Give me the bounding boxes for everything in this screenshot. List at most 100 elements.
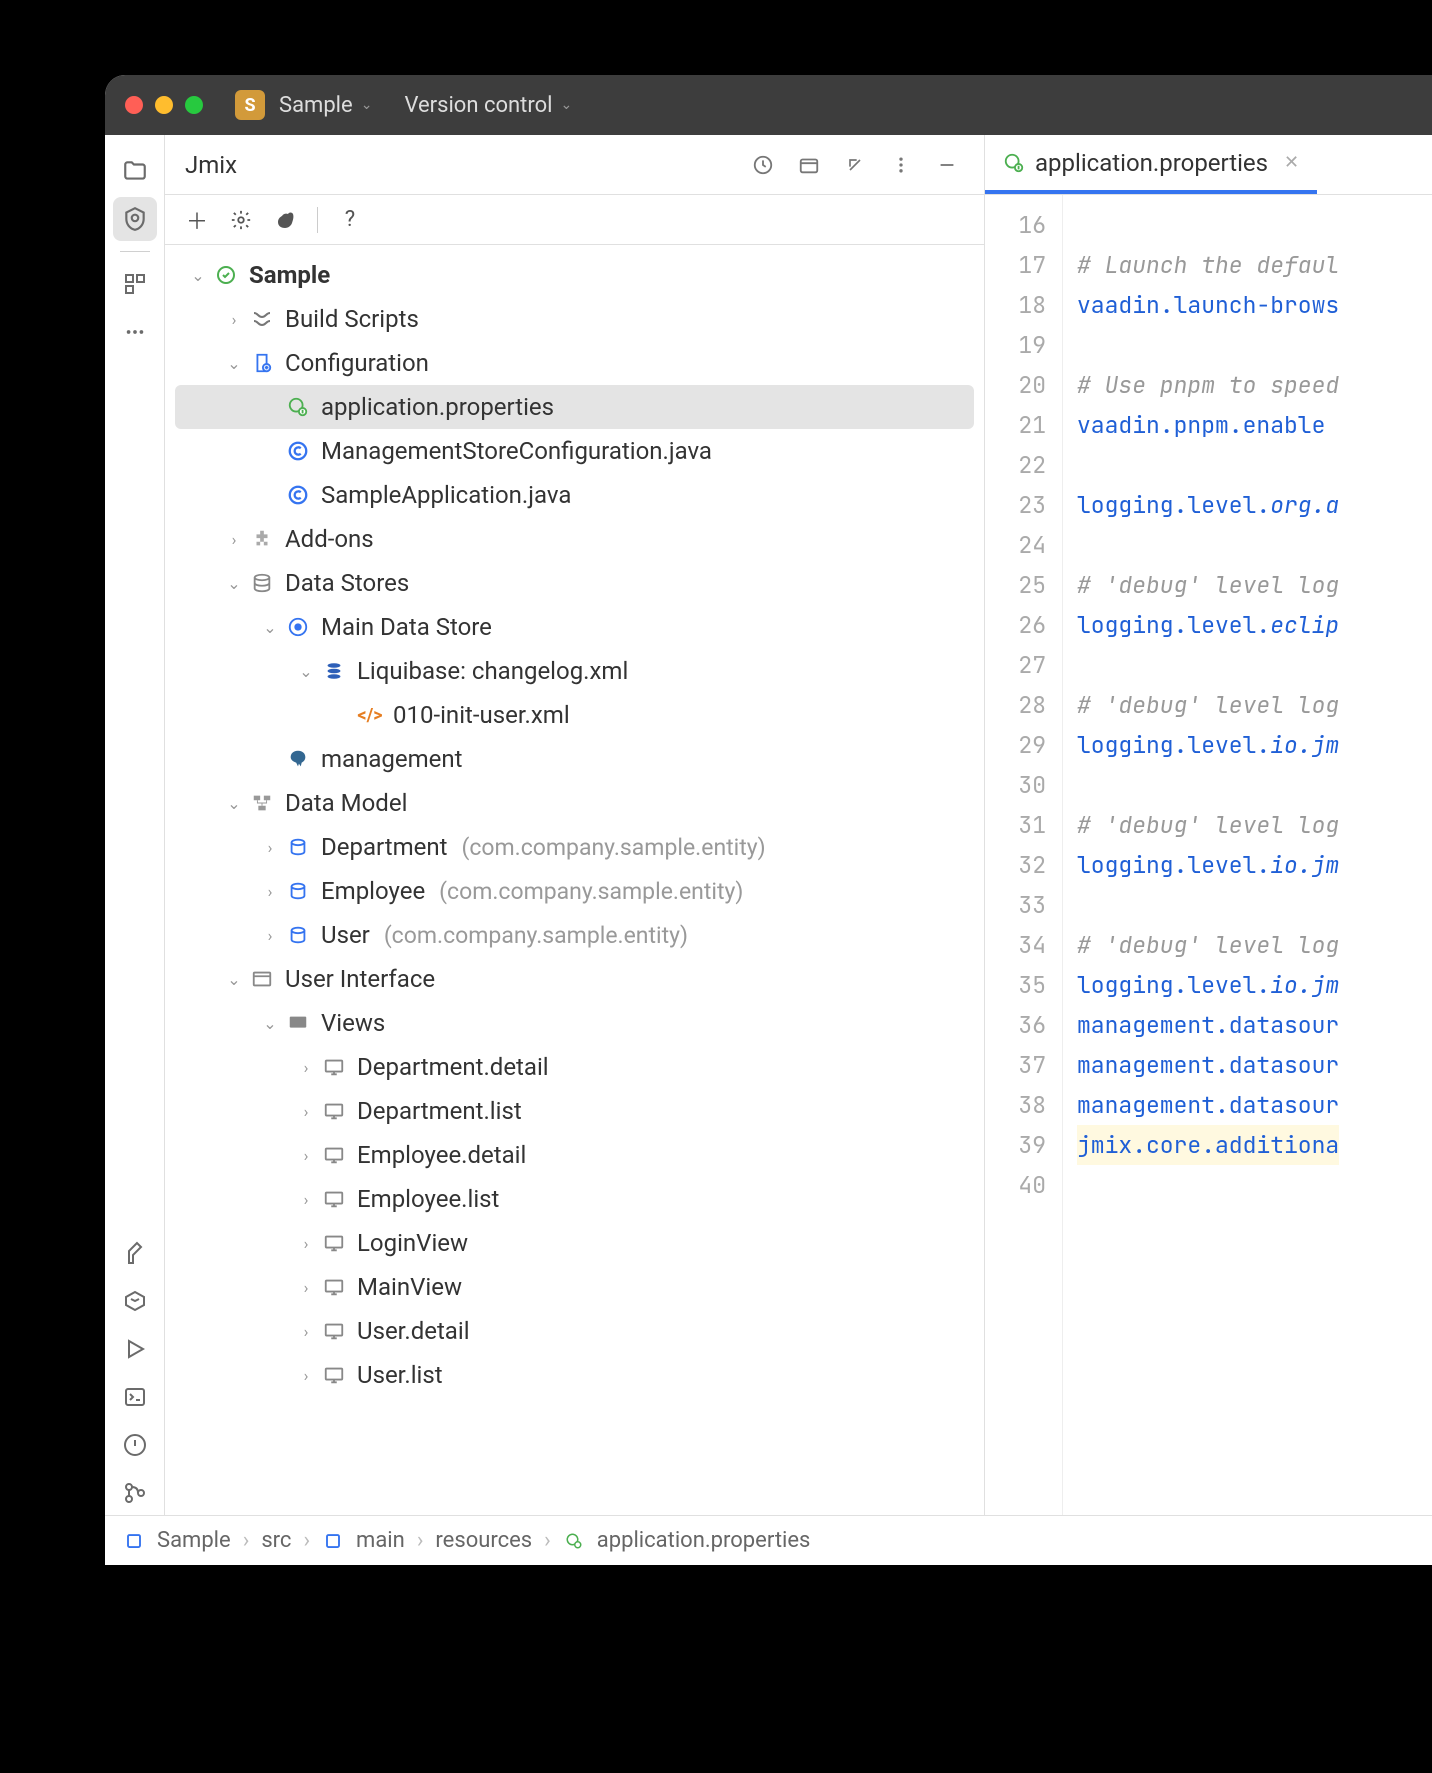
panel-options-icon[interactable] bbox=[884, 148, 918, 182]
tree-addons[interactable]: › Add-ons bbox=[165, 517, 984, 561]
help-icon[interactable]: ? bbox=[332, 202, 368, 238]
view-icon bbox=[319, 1140, 349, 1170]
tree-user-interface[interactable]: ⌄ User Interface bbox=[165, 957, 984, 1001]
breadcrumb-item[interactable]: resources bbox=[435, 1528, 532, 1553]
chevron-down-icon[interactable]: ⌄ bbox=[221, 354, 247, 373]
expand-all-icon[interactable] bbox=[792, 148, 826, 182]
chevron-right-icon[interactable]: › bbox=[293, 1102, 319, 1121]
tree-data-stores[interactable]: ⌄ Data Stores bbox=[165, 561, 984, 605]
project-tool-icon[interactable] bbox=[113, 149, 157, 193]
view-icon bbox=[319, 1052, 349, 1082]
add-icon[interactable]: ＋ bbox=[179, 202, 215, 238]
services-tool-icon[interactable] bbox=[113, 1279, 157, 1323]
tree-application-properties[interactable]: application.properties bbox=[175, 385, 974, 429]
tree-label: Department.list bbox=[357, 1097, 522, 1125]
panel-title: Jmix bbox=[185, 151, 734, 179]
vcs-label: Version control bbox=[404, 93, 552, 118]
close-tab-icon[interactable]: ✕ bbox=[1284, 152, 1299, 173]
chevron-right-icon[interactable]: › bbox=[293, 1190, 319, 1209]
chevron-right-icon[interactable]: › bbox=[293, 1058, 319, 1077]
tree-package: (com.company.sample.entity) bbox=[461, 834, 765, 861]
chevron-down-icon[interactable]: ⌄ bbox=[293, 662, 319, 681]
tree-label: Department.detail bbox=[357, 1053, 549, 1081]
tree-root[interactable]: ⌄ Sample bbox=[165, 253, 984, 297]
properties-file-icon bbox=[563, 1530, 585, 1552]
tree-label: Department bbox=[321, 833, 447, 861]
tree-mgmt-store-config[interactable]: ManagementStoreConfiguration.java bbox=[165, 429, 984, 473]
tree-view-login[interactable]: › LoginView bbox=[165, 1221, 984, 1265]
breadcrumb-item[interactable]: src bbox=[261, 1528, 291, 1553]
collapse-all-icon[interactable] bbox=[838, 148, 872, 182]
chevron-right-icon[interactable]: › bbox=[293, 1366, 319, 1385]
vcs-dropdown[interactable]: Version control ⌄ bbox=[404, 93, 572, 118]
chevron-right-icon[interactable]: › bbox=[293, 1234, 319, 1253]
breadcrumb-item[interactable]: application.properties bbox=[597, 1528, 811, 1553]
project-dropdown[interactable]: Sample ⌄ bbox=[279, 93, 372, 118]
tree-label: application.properties bbox=[321, 393, 554, 421]
jmix-tool-icon[interactable] bbox=[113, 197, 157, 241]
tree-entity-user[interactable]: › User (com.company.sample.entity) bbox=[165, 913, 984, 957]
chevron-down-icon[interactable]: ⌄ bbox=[257, 1014, 283, 1033]
chevron-right-icon[interactable]: › bbox=[293, 1278, 319, 1297]
tree-main-data-store[interactable]: ⌄ Main Data Store bbox=[165, 605, 984, 649]
terminal-tool-icon[interactable] bbox=[113, 1375, 157, 1419]
structure-tool-icon[interactable] bbox=[113, 262, 157, 306]
editor-body[interactable]: 1617181920212223242526272829303132333435… bbox=[985, 195, 1432, 1515]
chevron-right-icon[interactable]: › bbox=[293, 1322, 319, 1341]
tree-management[interactable]: management bbox=[165, 737, 984, 781]
run-tool-icon[interactable] bbox=[113, 1327, 157, 1371]
breadcrumb-item[interactable]: main bbox=[356, 1528, 405, 1553]
git-tool-icon[interactable] bbox=[113, 1471, 157, 1515]
tree-label: management bbox=[321, 745, 463, 773]
maximize-window-button[interactable] bbox=[185, 96, 203, 114]
chevron-right-icon[interactable]: › bbox=[257, 882, 283, 901]
more-tools-icon[interactable] bbox=[113, 310, 157, 354]
module-icon bbox=[123, 1530, 145, 1552]
tree-views[interactable]: ⌄ Views bbox=[165, 1001, 984, 1045]
select-opened-file-icon[interactable] bbox=[746, 148, 780, 182]
tree-label: User bbox=[321, 921, 370, 949]
build-tool-icon[interactable] bbox=[113, 1231, 157, 1275]
tree-view-dept-detail[interactable]: › Department.detail bbox=[165, 1045, 984, 1089]
tree-init-user-xml[interactable]: </> 010-init-user.xml bbox=[165, 693, 984, 737]
problems-tool-icon[interactable] bbox=[113, 1423, 157, 1467]
tree-liquibase[interactable]: ⌄ Liquibase: changelog.xml bbox=[165, 649, 984, 693]
chevron-right-icon[interactable]: › bbox=[293, 1146, 319, 1165]
breadcrumb-separator: › bbox=[243, 1528, 250, 1553]
settings-icon[interactable] bbox=[223, 202, 259, 238]
chevron-down-icon[interactable]: ⌄ bbox=[221, 970, 247, 989]
tree-sample-application[interactable]: SampleApplication.java bbox=[165, 473, 984, 517]
chevron-right-icon[interactable]: › bbox=[257, 838, 283, 857]
chevron-down-icon[interactable]: ⌄ bbox=[221, 574, 247, 593]
config-icon bbox=[247, 348, 277, 378]
tree-view-emp-list[interactable]: › Employee.list bbox=[165, 1177, 984, 1221]
data-model-icon bbox=[247, 788, 277, 818]
chevron-right-icon[interactable]: › bbox=[221, 530, 247, 549]
close-window-button[interactable] bbox=[125, 96, 143, 114]
gradle-icon[interactable] bbox=[267, 202, 303, 238]
chevron-down-icon[interactable]: ⌄ bbox=[185, 266, 211, 285]
tree-view-user-list[interactable]: › User.list bbox=[165, 1353, 984, 1397]
minimize-window-button[interactable] bbox=[155, 96, 173, 114]
editor-tab-application-properties[interactable]: application.properties ✕ bbox=[985, 135, 1317, 194]
tree-entity-department[interactable]: › Department (com.company.sample.entity) bbox=[165, 825, 984, 869]
tree-build-scripts[interactable]: › Build Scripts bbox=[165, 297, 984, 341]
chevron-right-icon[interactable]: › bbox=[221, 310, 247, 329]
tree-configuration[interactable]: ⌄ Configuration bbox=[165, 341, 984, 385]
tree-view-emp-detail[interactable]: › Employee.detail bbox=[165, 1133, 984, 1177]
chevron-right-icon[interactable]: › bbox=[257, 926, 283, 945]
chevron-down-icon[interactable]: ⌄ bbox=[221, 794, 247, 813]
breadcrumb-item[interactable]: Sample bbox=[157, 1528, 231, 1553]
tree-view-user-detail[interactable]: › User.detail bbox=[165, 1309, 984, 1353]
tree-label: Sample bbox=[249, 261, 330, 289]
tree-entity-employee[interactable]: › Employee (com.company.sample.entity) bbox=[165, 869, 984, 913]
project-tree[interactable]: ⌄ Sample › Build Scripts ⌄ Configuration bbox=[165, 245, 984, 1515]
tree-data-model[interactable]: ⌄ Data Model bbox=[165, 781, 984, 825]
tree-view-dept-list[interactable]: › Department.list bbox=[165, 1089, 984, 1133]
hide-panel-icon[interactable] bbox=[930, 148, 964, 182]
code-content[interactable]: # Launch the defaulvaadin.launch-brows #… bbox=[1063, 195, 1339, 1515]
chevron-down-icon[interactable]: ⌄ bbox=[257, 618, 283, 637]
tree-view-main[interactable]: › MainView bbox=[165, 1265, 984, 1309]
java-class-icon bbox=[283, 480, 313, 510]
postgres-icon bbox=[283, 744, 313, 774]
